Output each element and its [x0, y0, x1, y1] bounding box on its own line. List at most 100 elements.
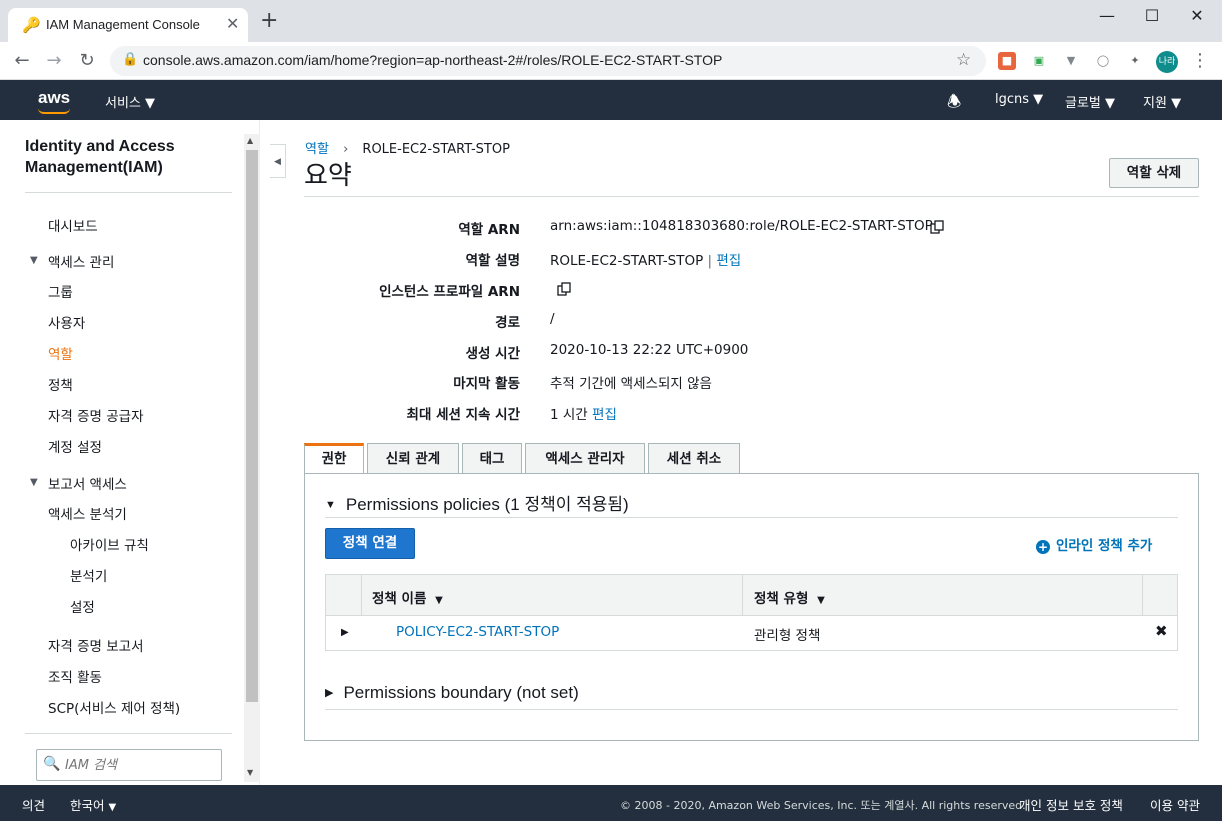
- role-description-row: ROLE-EC2-START-STOP | 편집: [550, 249, 741, 269]
- sidebar-item-roles[interactable]: 역할: [48, 343, 73, 363]
- sidebar-item-org-activity[interactable]: 조직 활동: [48, 666, 102, 686]
- bell-icon[interactable]: 🕭: [947, 91, 961, 118]
- tab-revoke-sessions[interactable]: 세션 취소: [648, 443, 740, 474]
- divider: [25, 733, 232, 734]
- tab-tags[interactable]: 태그: [462, 443, 522, 474]
- breadcrumb-current: ROLE-EC2-START-STOP: [362, 142, 510, 157]
- privacy-policy-link[interactable]: 개인 정보 보호 정책: [1019, 795, 1123, 814]
- sidebar-item-dashboard[interactable]: 대시보드: [48, 215, 98, 235]
- tab-trust-relationships[interactable]: 신뢰 관계: [367, 443, 459, 474]
- sidebar-group-access-management[interactable]: 액세스 관리: [48, 251, 114, 271]
- max-session-value: 1 시간: [550, 407, 588, 423]
- region-menu[interactable]: 글로벌 ▼: [1065, 92, 1115, 111]
- sidebar-item-users[interactable]: 사용자: [48, 312, 85, 332]
- forward-icon[interactable]: →: [42, 50, 66, 71]
- caret-down-icon[interactable]: ▼: [30, 255, 38, 266]
- add-inline-policy-link[interactable]: + 인라인 정책 추가: [1036, 534, 1152, 554]
- extension-2-icon[interactable]: ▣: [1030, 52, 1048, 70]
- edit-session-link[interactable]: 편집: [592, 407, 617, 423]
- tab-permissions[interactable]: 권한: [304, 443, 364, 474]
- sidebar-item-access-analyzer[interactable]: 액세스 분석기: [48, 503, 127, 523]
- bookmark-star-icon[interactable]: ☆: [956, 50, 971, 70]
- url-text[interactable]: console.aws.amazon.com/iam/home?region=a…: [143, 52, 722, 68]
- scrollbar-thumb[interactable]: [246, 150, 258, 702]
- sidebar-item-account-settings[interactable]: 계정 설정: [48, 436, 102, 456]
- browser-menu-icon[interactable]: ⋮: [1188, 50, 1212, 71]
- sidebar-group-access-reports[interactable]: 보고서 액세스: [48, 473, 127, 493]
- address-bar[interactable]: 🔒 console.aws.amazon.com/iam/home?region…: [110, 46, 986, 76]
- extension-1-icon[interactable]: ■: [998, 52, 1016, 70]
- sidebar-item-archive-rules[interactable]: 아카이브 규칙: [70, 534, 149, 554]
- account-menu[interactable]: lgcns ▼: [995, 92, 1043, 107]
- copy-icon[interactable]: [557, 282, 571, 296]
- feedback-link[interactable]: 의견: [22, 795, 45, 814]
- add-inline-policy-label: 인라인 정책 추가: [1056, 538, 1153, 554]
- language-selector[interactable]: 한국어 ▼: [70, 795, 116, 814]
- iam-search-input[interactable]: [63, 755, 213, 775]
- aws-logo[interactable]: aws: [38, 88, 70, 108]
- max-session-row: 1 시간 편집: [550, 403, 617, 423]
- policy-table-header: 정책 이름 ▼ 정책 유형 ▼: [325, 574, 1178, 616]
- caret-down-icon[interactable]: ▼: [30, 477, 38, 488]
- attach-policy-button[interactable]: 정책 연결: [325, 528, 415, 559]
- tab-title: IAM Management Console: [46, 17, 200, 32]
- aws-logo-smile: [38, 108, 70, 114]
- divider: [325, 709, 1178, 710]
- sidebar-item-identity-providers[interactable]: 자격 증명 공급자: [48, 405, 144, 425]
- support-menu[interactable]: 지원 ▼: [1143, 92, 1181, 111]
- policy-name-link[interactable]: POLICY-EC2-START-STOP: [396, 624, 559, 640]
- column-divider: [1142, 575, 1143, 615]
- max-session-label: 최대 세션 지속 시간: [406, 407, 520, 423]
- account-label: lgcns: [995, 92, 1030, 107]
- chevron-down-icon: ▼: [1033, 92, 1044, 107]
- sidebar-item-scp[interactable]: SCP(서비스 제어 정책): [48, 697, 180, 717]
- sidebar-item-analyzer-settings[interactable]: 설정: [70, 596, 95, 616]
- maximize-icon[interactable]: ☐: [1137, 6, 1167, 25]
- edit-description-link[interactable]: 편집: [716, 253, 741, 269]
- creation-time-value: 2020-10-13 22:22 UTC+0900: [550, 342, 749, 358]
- scroll-up-icon[interactable]: ▲: [247, 136, 253, 145]
- browser-toolbar: ← → ↻ 🔒 console.aws.amazon.com/iam/home?…: [0, 42, 1222, 80]
- back-icon[interactable]: ←: [10, 50, 34, 71]
- window-close-icon[interactable]: ✕: [1182, 6, 1212, 25]
- profile-avatar[interactable]: 나라: [1156, 51, 1178, 73]
- terms-link[interactable]: 이용 약관: [1150, 795, 1200, 814]
- close-tab-icon[interactable]: ✕: [226, 14, 239, 33]
- sidebar-title[interactable]: Identity and Access Management(IAM): [25, 136, 225, 178]
- sort-down-icon: ▼: [817, 595, 825, 606]
- expand-row-icon[interactable]: ▶: [341, 627, 349, 638]
- sidebar-item-groups[interactable]: 그룹: [48, 281, 73, 301]
- new-tab-icon[interactable]: +: [260, 10, 278, 32]
- permissions-policies-header[interactable]: ▼ Permissions policies (1 정책이 적용됨): [325, 490, 629, 515]
- collapse-sidebar-icon[interactable]: ◀: [270, 144, 286, 178]
- chevron-down-icon: ▼: [145, 96, 156, 111]
- services-menu[interactable]: 서비스 ▼: [105, 92, 155, 111]
- column-policy-type[interactable]: 정책 유형 ▼: [754, 587, 825, 607]
- sidebar-scrollbar[interactable]: ▲ ▼: [244, 134, 260, 782]
- extension-3-icon[interactable]: ▼: [1062, 52, 1080, 70]
- iam-search[interactable]: 🔍: [36, 749, 222, 781]
- scroll-down-icon[interactable]: ▼: [247, 768, 253, 777]
- last-activity-label: 마지막 활동: [453, 376, 520, 392]
- copy-icon[interactable]: [930, 220, 944, 234]
- divider: [25, 192, 232, 193]
- role-arn-label: 역할 ARN: [458, 222, 520, 238]
- reload-icon[interactable]: ↻: [75, 50, 99, 71]
- caret-down-icon: ▼: [325, 499, 336, 511]
- path-value: /: [550, 311, 555, 327]
- detach-policy-icon[interactable]: ✖: [1155, 622, 1168, 640]
- sidebar-item-analyzers[interactable]: 분석기: [70, 565, 107, 585]
- copyright-text: © 2008 - 2020, Amazon Web Services, Inc.…: [620, 799, 1026, 812]
- delete-role-button[interactable]: 역할 삭제: [1109, 158, 1199, 188]
- caret-right-icon: ▶: [325, 687, 334, 699]
- column-divider: [742, 575, 743, 615]
- extension-4-icon[interactable]: ◯: [1094, 52, 1112, 70]
- extensions-puzzle-icon[interactable]: ✦: [1126, 52, 1144, 70]
- permissions-boundary-header[interactable]: ▶ Permissions boundary (not set): [325, 683, 579, 703]
- sidebar-item-credential-report[interactable]: 자격 증명 보고서: [48, 635, 144, 655]
- column-policy-name[interactable]: 정책 이름 ▼: [372, 587, 443, 607]
- browser-tab[interactable]: 🔑 IAM Management Console ✕: [8, 8, 248, 42]
- minimize-icon[interactable]: —: [1092, 6, 1122, 25]
- tab-access-advisor[interactable]: 액세스 관리자: [525, 443, 645, 474]
- sidebar-item-policies[interactable]: 정책: [48, 374, 73, 394]
